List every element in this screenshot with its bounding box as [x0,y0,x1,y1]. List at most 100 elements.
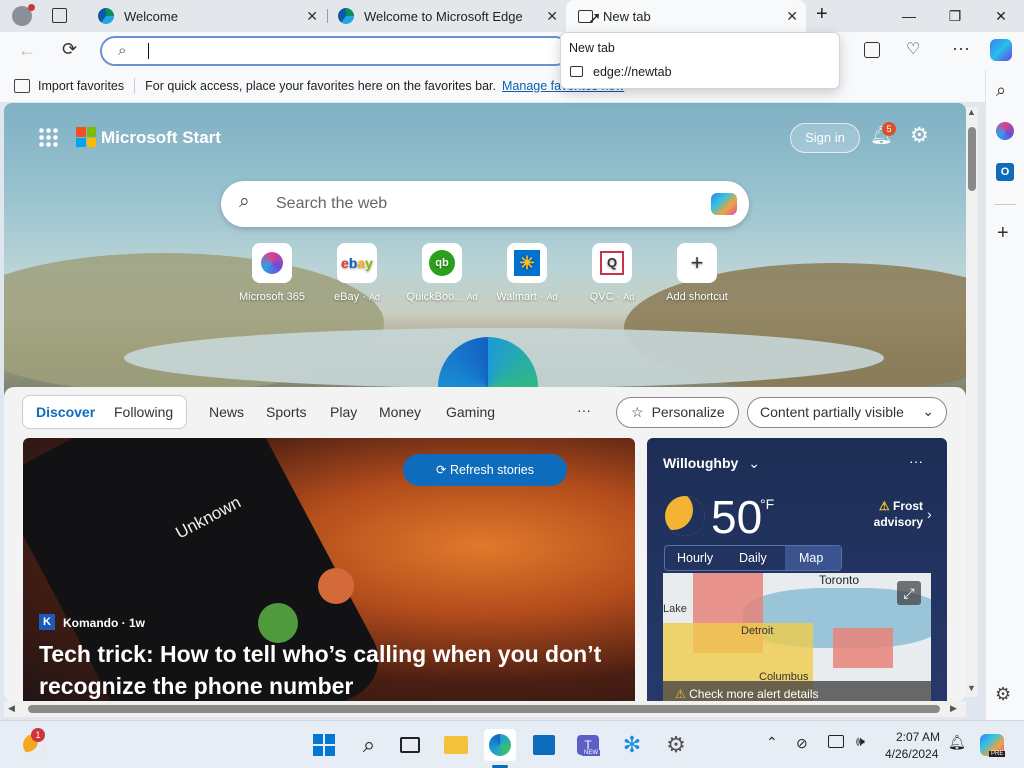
tab-welcome[interactable]: Welcome ✕ [88,0,326,32]
weather-location[interactable]: Willoughby ⌄ [663,455,760,472]
app-icon[interactable]: ✻ [616,729,648,761]
restore-button[interactable]: ❐ [932,0,978,32]
featured-story-card[interactable]: Unknown ⟳ Refresh stories K Komando · 1w… [23,438,635,701]
display-icon[interactable] [828,735,844,748]
copilot-icon[interactable] [990,39,1012,61]
new-tab-button[interactable]: + [816,3,828,26]
minimize-button[interactable]: — [886,0,932,32]
file-explorer-icon[interactable] [440,729,472,761]
quicklink-quickbooks[interactable]: qb QuickBoo... Ad [400,243,484,303]
show-hidden-icons[interactable]: ⌃ [766,734,778,751]
weather-map[interactable]: Toronto Lake Detroit Columbus ⤢ ⚠ Check … [663,573,931,701]
more-topics-button[interactable]: ··· [577,402,591,418]
close-tab-icon[interactable]: ✕ [786,8,798,25]
scroll-down-arrow[interactable]: ▼ [967,683,976,693]
refresh-stories-button[interactable]: ⟳ Refresh stories [403,454,567,486]
tab-money[interactable]: Money [379,404,421,420]
refresh-icon[interactable]: ⟳ [62,39,77,60]
tab-discover[interactable]: Discover [36,404,95,420]
close-tab-icon[interactable]: ✕ [546,8,558,25]
refresh-icon: ⟳ [435,463,450,477]
microsoft-365-icon[interactable] [996,122,1014,140]
teams-icon[interactable]: T [572,729,604,761]
task-view-icon[interactable] [394,729,426,761]
horizontal-scroll-thumb[interactable] [28,705,940,713]
tab-new-tab[interactable]: New tab ✕ [566,0,806,32]
network-icon[interactable]: ⊘ [796,735,808,752]
story-source[interactable]: Komando · 1w [63,616,145,630]
weather-card[interactable]: Willoughby ⌄ ··· 50 °F ⚠ Frost advisory … [647,438,947,701]
browser-essentials-icon[interactable]: ♡ [906,39,920,59]
search-icon: ⌕ [118,42,127,59]
ad-label: Ad [546,292,558,302]
scroll-thumb[interactable] [968,127,976,191]
personalize-button[interactable]: ☆ Personalize [616,397,739,428]
windows-taskbar: 1 ⌕ T NEW ✻ ⚙ ⌃ ⊘ 🕪︎ 2:07 AM 4/26/2024 🔔… [0,720,1024,768]
moon-icon [665,496,705,536]
edge-taskbar-icon[interactable] [484,729,516,761]
settings-icon[interactable]: ⚙ [660,729,692,761]
outlook-icon[interactable]: O [996,163,1014,181]
quicklink-qvc[interactable]: Q QVC · Ad [570,243,654,303]
frost-advisory-alert[interactable]: ⚠ Frost advisory [867,498,923,530]
tab-map[interactable]: Map [785,546,841,570]
sign-in-button[interactable]: Sign in [790,123,860,153]
tab-following[interactable]: Following [114,404,173,420]
weather-more-icon[interactable]: ··· [909,453,923,469]
quicklink-microsoft-365[interactable]: Microsoft 365 [230,243,314,303]
story-headline[interactable]: Tech trick: How to tell who’s calling wh… [39,638,629,701]
more-menu-icon[interactable]: ··· [952,38,970,59]
map-label-toronto: Toronto [819,573,860,587]
tab-play[interactable]: Play [330,404,357,420]
import-favorites-button[interactable]: Import favorites [38,79,124,93]
sidebar-settings-icon[interactable]: ⚙ [995,684,1011,705]
microsoft-store-icon[interactable] [528,729,560,761]
tab-actions-icon[interactable] [52,8,67,23]
tab-hover-card: New tab edge://newtab [560,32,840,89]
import-favorites-icon[interactable] [14,79,30,93]
tab-label: Welcome [124,8,178,24]
quicklink-ebay[interactable]: ebay eBay · Ad [315,243,399,303]
address-input[interactable] [148,43,150,59]
vertical-scrollbar[interactable]: ▲ ▼ [966,107,978,697]
scroll-right-arrow[interactable]: ▶ [950,703,957,714]
close-window-button[interactable]: ✕ [978,0,1024,32]
copilot-icon[interactable] [711,193,737,215]
back-arrow-icon[interactable]: ← [18,40,36,61]
notification-bell-icon[interactable]: 🔔︎ [948,734,966,751]
tab-daily[interactable]: Daily [739,551,767,565]
decline-call-icon [318,568,354,604]
add-shortcut-tile[interactable]: + Add shortcut [655,243,739,303]
collections-icon[interactable] [864,42,880,58]
web-search-box[interactable]: ⌕ Search the web [221,181,749,227]
address-bar[interactable]: ⌕ [100,36,570,66]
content-visibility-dropdown[interactable]: Content partially visible ⌄ [747,397,947,428]
start-button[interactable] [308,729,340,761]
brand-title[interactable]: Microsoft Start [101,128,221,148]
clock-time[interactable]: 2:07 AM [896,730,940,744]
tab-news[interactable]: News [209,404,244,420]
alert-details-label: Check more alert details [689,687,819,701]
search-icon[interactable]: ⌕ [353,729,385,761]
apps-launcher-icon[interactable] [38,127,58,147]
quicklink-walmart[interactable]: ✳ Walmart · Ad [485,243,569,303]
add-sidebar-app-icon[interactable]: + [997,222,1009,245]
scroll-left-arrow[interactable]: ◀ [8,703,15,714]
horizontal-scrollbar[interactable]: ◀ ▶ [4,701,966,717]
volume-icon[interactable]: 🕪︎ [856,733,865,750]
scroll-up-arrow[interactable]: ▲ [967,107,976,117]
temperature: 50 [711,491,763,543]
tab-welcome-edge[interactable]: Welcome to Microsoft Edge ✕ [328,0,566,32]
web-search-input[interactable]: Search the web [276,195,387,213]
alert-details-bar[interactable]: ⚠ Check more alert details [663,681,931,701]
expand-map-icon[interactable]: ⤢ [897,581,921,605]
tab-sports[interactable]: Sports [266,404,306,420]
close-tab-icon[interactable]: ✕ [306,8,318,25]
search-icon[interactable]: ⌕ [996,80,1006,101]
tab-hourly[interactable]: Hourly [677,551,713,565]
clock-date[interactable]: 4/26/2024 [885,747,938,761]
favorites-divider [134,78,136,94]
chevron-right-icon[interactable]: › [927,506,932,522]
page-settings-icon[interactable]: ⚙ [910,123,929,148]
tab-gaming[interactable]: Gaming [446,404,495,420]
